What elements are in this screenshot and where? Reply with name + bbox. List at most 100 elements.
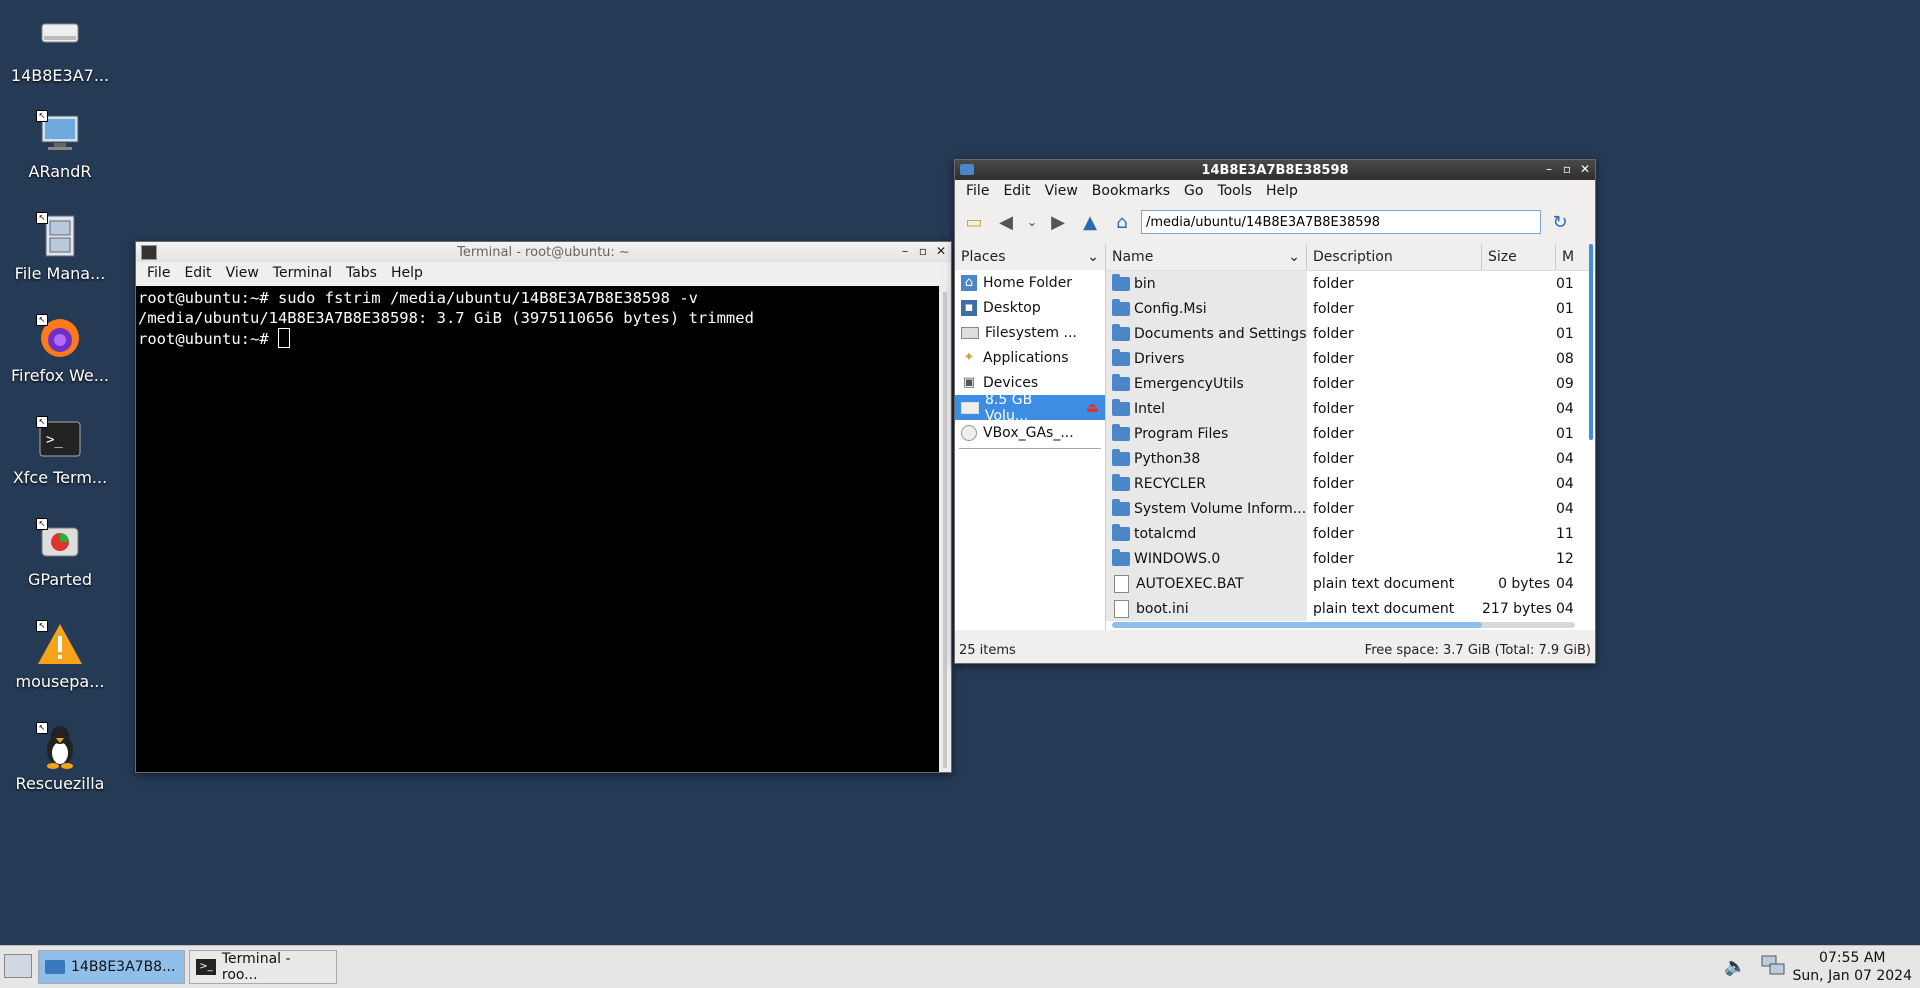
minimize-icon[interactable]: –	[1543, 162, 1555, 176]
menu-edit[interactable]: Edit	[996, 183, 1037, 199]
status-bar: 25 items Free space: 3.7 GiB (Total: 7.9…	[955, 637, 1595, 663]
table-row[interactable]: Drivers folder 08	[1106, 346, 1595, 371]
file-name: System Volume Inform...	[1134, 500, 1307, 517]
column-size[interactable]: Size	[1482, 244, 1556, 270]
clock[interactable]: 07:55 AM Sun, Jan 07 2024	[1793, 949, 1912, 985]
minimize-icon[interactable]: –	[899, 244, 911, 258]
svg-text:>_: >_	[46, 432, 63, 448]
table-row[interactable]: Intel folder 04	[1106, 396, 1595, 421]
desktop-icon-rescuezilla[interactable]: ↖ Rescuezilla	[0, 722, 120, 793]
column-description[interactable]: Description	[1307, 244, 1482, 270]
terminal-line: root@ubuntu:~# sudo fstrim /media/ubuntu…	[138, 289, 698, 307]
menu-tools[interactable]: Tools	[1210, 183, 1259, 199]
folder-icon	[1112, 523, 1130, 541]
close-icon[interactable]: ✕	[1579, 162, 1591, 176]
show-desktop-icon[interactable]	[4, 954, 32, 978]
menu-help[interactable]: Help	[1259, 183, 1305, 199]
terminal-output[interactable]: root@ubuntu:~# sudo fstrim /media/ubuntu…	[136, 286, 939, 772]
desktop-icon-drive[interactable]: 14B8E3A7...	[0, 14, 120, 85]
menu-bookmarks[interactable]: Bookmarks	[1085, 183, 1177, 199]
menu-file[interactable]: File	[959, 183, 996, 199]
menu-edit[interactable]: Edit	[177, 265, 218, 281]
table-row[interactable]: System Volume Inform... folder 04	[1106, 496, 1595, 521]
volume-icon[interactable]: 🔈	[1724, 956, 1746, 977]
cell-description: plain text document	[1313, 600, 1455, 617]
network-icon[interactable]	[1760, 954, 1786, 978]
table-row[interactable]: Config.Msi folder 01	[1106, 296, 1595, 321]
column-modified[interactable]: M	[1556, 244, 1576, 270]
up-arrow-icon[interactable]: ▲	[1077, 209, 1103, 235]
location-input[interactable]: /media/ubuntu/14B8E3A7B8E38598	[1141, 210, 1541, 234]
file-manager-window[interactable]: 14B8E3A7B8E38598 – ▫ ✕ File Edit View Bo…	[954, 159, 1596, 664]
chevron-down-icon: ⌄	[1288, 249, 1300, 265]
terminal-titlebar[interactable]: Terminal - root@ubuntu: ~ – ▫ ✕	[136, 242, 951, 262]
file-list-vscrollbar[interactable]	[1587, 244, 1595, 630]
sidebar-item-home[interactable]: ⌂ Home Folder	[955, 270, 1105, 295]
menu-terminal[interactable]: Terminal	[266, 265, 339, 281]
file-name: AUTOEXEC.BAT	[1136, 575, 1244, 592]
sidebar-item-volume[interactable]: 8.5 GB Volu... ⏏	[955, 392, 1105, 424]
gparted-icon: ↖	[36, 518, 84, 566]
desktop-icon-mousepad[interactable]: ↖ mousepa...	[0, 620, 120, 691]
places-header[interactable]: Places ⌄	[955, 244, 1105, 270]
chevron-down-icon[interactable]: ⌄	[1025, 209, 1039, 235]
forward-arrow-icon[interactable]: ▶	[1045, 209, 1071, 235]
file-list-hscrollbar[interactable]	[1112, 622, 1575, 628]
free-space: Free space: 3.7 GiB (Total: 7.9 GiB)	[1364, 642, 1591, 658]
back-arrow-icon[interactable]: ◀	[993, 209, 1019, 235]
sidebar-item-desktop[interactable]: ▪ Desktop	[955, 295, 1105, 320]
terminal-window[interactable]: Terminal - root@ubuntu: ~ – ▫ ✕ File Edi…	[135, 241, 952, 773]
file-name: Drivers	[1134, 350, 1185, 367]
taskbar-item-file-manager[interactable]: 14B8E3A7B8...	[38, 950, 185, 984]
cell-size: 0 bytes	[1498, 575, 1550, 592]
desktop-icon-gparted[interactable]: ↖ GParted	[0, 518, 120, 589]
folder-icon	[45, 960, 65, 974]
cell-name: WINDOWS.0	[1106, 546, 1307, 571]
terminal-prompt: root@ubuntu:~#	[138, 330, 278, 348]
terminal-scrollbar[interactable]	[939, 286, 951, 772]
table-row[interactable]: Python38 folder 04	[1106, 446, 1595, 471]
folder-icon	[1112, 473, 1130, 491]
chevron-down-icon[interactable]: ⌄	[1087, 249, 1099, 265]
menu-go[interactable]: Go	[1177, 183, 1210, 199]
menu-view[interactable]: View	[219, 265, 266, 281]
menu-view[interactable]: View	[1038, 183, 1085, 199]
table-row[interactable]: WINDOWS.0 folder 12	[1106, 546, 1595, 571]
desktop-icon-label: Firefox We...	[10, 366, 110, 385]
new-window-icon[interactable]: ▭	[961, 209, 987, 235]
table-row[interactable]: boot.ini plain text document 217 bytes 04	[1106, 596, 1595, 621]
maximize-icon[interactable]: ▫	[917, 244, 929, 258]
menu-help[interactable]: Help	[384, 265, 430, 281]
table-row[interactable]: EmergencyUtils folder 09	[1106, 371, 1595, 396]
home-icon: ⌂	[961, 274, 977, 291]
table-row[interactable]: RECYCLER folder 04	[1106, 471, 1595, 496]
sidebar-item-filesystem[interactable]: Filesystem ...	[955, 320, 1105, 345]
table-row[interactable]: bin folder 01	[1106, 271, 1595, 296]
drive-icon	[36, 14, 84, 62]
table-row[interactable]: Program Files folder 01	[1106, 421, 1595, 446]
menu-tabs[interactable]: Tabs	[339, 265, 384, 281]
table-row[interactable]: AUTOEXEC.BAT plain text document 0 bytes 04	[1106, 571, 1595, 596]
close-icon[interactable]: ✕	[935, 244, 947, 258]
cell-modified: 04	[1556, 575, 1574, 592]
desktop-icon-firefox[interactable]: ↖ Firefox We...	[0, 314, 120, 385]
folder-icon	[1112, 298, 1130, 316]
column-name[interactable]: Name ⌄	[1106, 244, 1307, 270]
taskbar-item-terminal[interactable]: >_ Terminal - roo...	[189, 950, 337, 984]
maximize-icon[interactable]: ▫	[1561, 162, 1573, 176]
sidebar-item-vbox[interactable]: VBox_GAs_...	[955, 420, 1105, 445]
desktop-icon-label: mousepa...	[15, 672, 105, 691]
table-row[interactable]: Documents and Settings folder 01	[1106, 321, 1595, 346]
home-icon[interactable]: ⌂	[1109, 209, 1135, 235]
sidebar-item-label: 8.5 GB Volu...	[985, 391, 1033, 424]
desktop-icon-arandr[interactable]: ↖ ARandR	[0, 110, 120, 181]
desktop-icon-file-manager[interactable]: ↖ File Mana...	[0, 212, 120, 283]
reload-icon[interactable]: ↻	[1547, 209, 1573, 235]
table-row[interactable]: totalcmd folder 11	[1106, 521, 1595, 546]
sidebar-item-applications[interactable]: ✦ Applications	[955, 345, 1105, 370]
file-manager-titlebar[interactable]: 14B8E3A7B8E38598 – ▫ ✕	[955, 160, 1595, 180]
eject-icon[interactable]: ⏏	[1086, 400, 1099, 416]
menu-file[interactable]: File	[140, 265, 177, 281]
desktop-icon-terminal[interactable]: ↖ >_ Xfce Term...	[0, 416, 120, 487]
cell-name: EmergencyUtils	[1106, 371, 1307, 396]
